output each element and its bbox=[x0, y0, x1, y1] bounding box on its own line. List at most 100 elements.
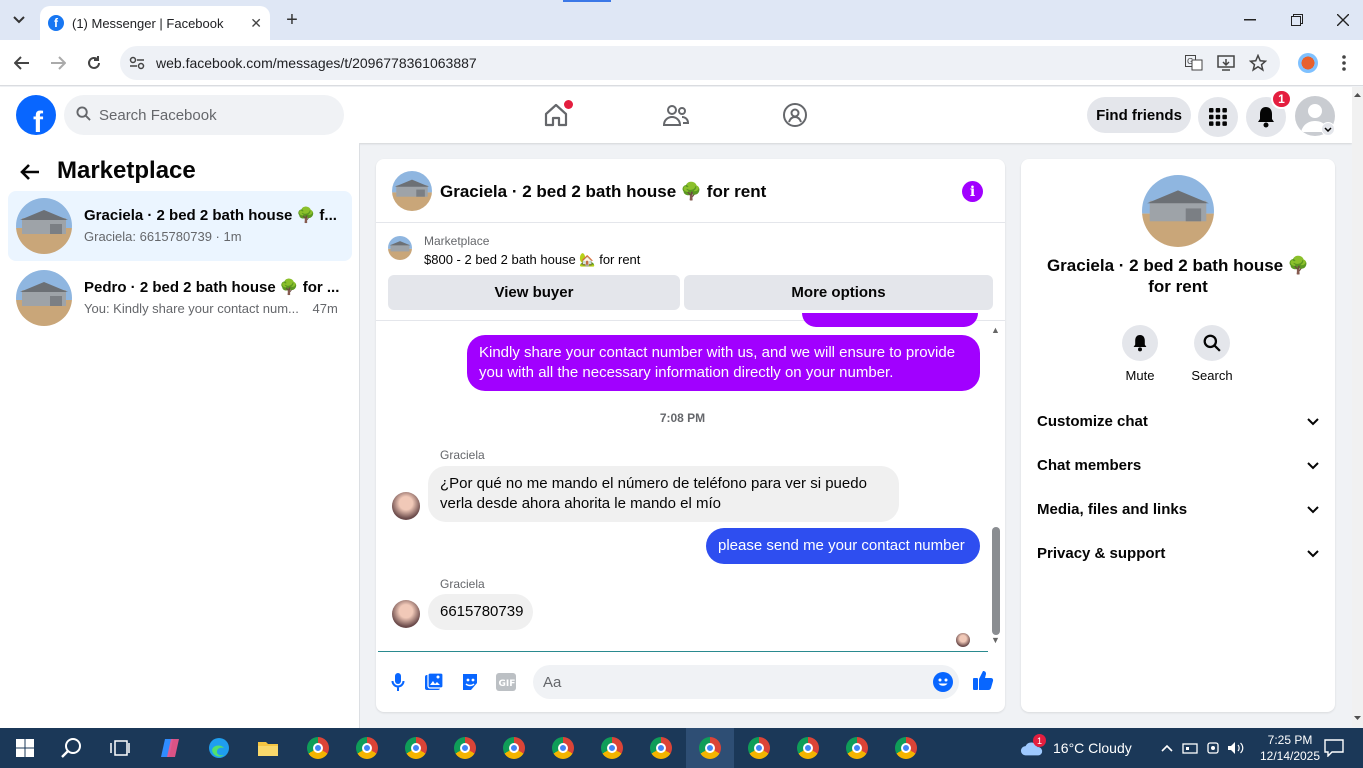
translate-icon[interactable]: G bbox=[1184, 53, 1204, 73]
chat-title[interactable]: Graciela · 2 bed 2 bath house 🌳 for rent bbox=[440, 182, 766, 202]
chrome-profile-9-icon[interactable] bbox=[698, 736, 722, 760]
marketplace-conversation-list: Marketplace Graciela · 2 bed 2 bath hous… bbox=[0, 143, 360, 728]
message-bubble-incoming[interactable]: ¿Por qué no me mando el número de teléfo… bbox=[428, 466, 899, 522]
site-settings-icon[interactable] bbox=[127, 53, 147, 73]
home-notification-dot bbox=[564, 100, 573, 109]
weather-text[interactable]: 16°C Cloudy bbox=[1053, 740, 1132, 756]
conversation-title: Graciela · 2 bed 2 bath house 🌳 f... bbox=[84, 207, 337, 224]
browser-menu-icon[interactable] bbox=[1334, 53, 1354, 73]
forward-arrow-icon[interactable] bbox=[46, 51, 70, 75]
chrome-profile-10-icon[interactable] bbox=[747, 736, 771, 760]
sender-avatar[interactable] bbox=[392, 600, 420, 628]
page-scrollbar[interactable] bbox=[1352, 87, 1363, 727]
tab-search-dropdown-icon[interactable] bbox=[6, 7, 32, 33]
url-text: web.facebook.com/messages/t/209677836106… bbox=[156, 55, 477, 71]
chrome-profile-5-icon[interactable] bbox=[502, 736, 526, 760]
conversation-details-panel: Graciela · 2 bed 2 bath house 🌳 for rent… bbox=[1021, 159, 1335, 712]
restore-icon[interactable] bbox=[1285, 8, 1309, 32]
message-bubble-outgoing[interactable]: please send me your contact number bbox=[706, 528, 980, 564]
facebook-favicon-icon: f bbox=[48, 15, 64, 31]
chevron-down-icon bbox=[1307, 413, 1319, 430]
section-label: Privacy & support bbox=[1037, 544, 1166, 562]
task-view-icon[interactable] bbox=[108, 736, 132, 760]
copilot-icon[interactable] bbox=[158, 736, 182, 760]
chrome-profile-11-icon[interactable] bbox=[796, 736, 820, 760]
scroll-up-arrow-icon[interactable]: ▲ bbox=[991, 325, 1000, 335]
notification-count-badge: 1 bbox=[1271, 89, 1292, 109]
find-friends-button[interactable]: Find friends bbox=[1087, 97, 1191, 133]
message-bubble-incoming[interactable]: 6615780739 bbox=[428, 594, 533, 630]
back-arrow-icon[interactable] bbox=[10, 51, 34, 75]
sticker-icon[interactable] bbox=[459, 671, 481, 693]
chevron-down-icon bbox=[1307, 545, 1319, 562]
account-chevron-down-icon[interactable] bbox=[1321, 122, 1335, 136]
meet-now-icon[interactable] bbox=[1201, 736, 1225, 760]
conversation-info-icon[interactable]: i bbox=[962, 181, 983, 202]
facebook-search-input[interactable]: Search Facebook bbox=[64, 95, 344, 135]
message-input-placeholder: Aa bbox=[543, 673, 562, 691]
sender-avatar[interactable] bbox=[392, 492, 420, 520]
browser-tab-messenger[interactable]: f (1) Messenger | Facebook ✕ bbox=[40, 6, 270, 40]
scrollbar-thumb[interactable] bbox=[992, 527, 1000, 635]
microphone-icon[interactable] bbox=[387, 671, 409, 693]
customize-chat-section[interactable]: Customize chat bbox=[1037, 403, 1319, 439]
notification-center-icon[interactable] bbox=[1322, 736, 1346, 760]
chrome-profile-6-icon[interactable] bbox=[551, 736, 575, 760]
chat-listing-thumbnail[interactable] bbox=[392, 171, 432, 211]
taskbar-clock[interactable]: 7:25 PM 12/14/2025 bbox=[1258, 732, 1322, 764]
listing-house-thumbnail bbox=[16, 270, 72, 326]
privacy-support-section[interactable]: Privacy & support bbox=[1037, 535, 1319, 571]
view-buyer-button[interactable]: View buyer bbox=[388, 275, 680, 310]
chrome-profile-4-icon[interactable] bbox=[453, 736, 477, 760]
network-device-icon[interactable] bbox=[1178, 736, 1202, 760]
file-explorer-icon[interactable] bbox=[256, 736, 280, 760]
browser-profile-avatar[interactable] bbox=[1298, 53, 1318, 73]
scroll-down-arrow-icon[interactable]: ▼ bbox=[991, 635, 1000, 645]
chrome-profile-13-icon[interactable] bbox=[894, 736, 918, 760]
windows-start-icon[interactable] bbox=[13, 736, 37, 760]
conversation-item-pedro[interactable]: Pedro · 2 bed 2 bath house 🌳 for ... You… bbox=[8, 263, 352, 333]
gif-icon[interactable]: GIF bbox=[495, 671, 517, 693]
like-thumbs-up-icon[interactable] bbox=[972, 669, 994, 691]
reload-icon[interactable] bbox=[82, 51, 106, 75]
groups-icon[interactable] bbox=[779, 99, 811, 131]
tab-close-icon[interactable]: ✕ bbox=[250, 15, 262, 32]
message-bubble-outgoing[interactable]: Kindly share your contact number with us… bbox=[467, 335, 980, 391]
facebook-logo-icon[interactable]: f bbox=[16, 95, 56, 135]
show-hidden-icons-chevron-icon[interactable] bbox=[1155, 736, 1179, 760]
chrome-profile-1-icon[interactable] bbox=[306, 736, 330, 760]
url-bar[interactable]: web.facebook.com/messages/t/209677836106… bbox=[120, 46, 1280, 80]
minimize-icon[interactable] bbox=[1238, 8, 1262, 32]
section-label: Media, files and links bbox=[1037, 500, 1188, 518]
bookmark-star-icon[interactable] bbox=[1248, 53, 1268, 73]
message-input[interactable]: Aa bbox=[533, 665, 959, 699]
chrome-profile-7-icon[interactable] bbox=[600, 736, 624, 760]
new-tab-icon[interactable]: + bbox=[280, 8, 304, 32]
chrome-profile-8-icon[interactable] bbox=[649, 736, 673, 760]
install-app-icon[interactable] bbox=[1216, 53, 1236, 73]
media-files-links-section[interactable]: Media, files and links bbox=[1037, 491, 1319, 527]
conversation-item-graciela[interactable]: Graciela · 2 bed 2 bath house 🌳 f... Gra… bbox=[8, 191, 352, 261]
menu-grid-icon[interactable] bbox=[1198, 97, 1238, 137]
emoji-icon[interactable] bbox=[933, 672, 953, 692]
chrome-profile-2-icon[interactable] bbox=[355, 736, 379, 760]
section-label: Customize chat bbox=[1037, 412, 1148, 430]
chrome-profile-3-icon[interactable] bbox=[404, 736, 428, 760]
close-window-icon[interactable] bbox=[1331, 8, 1355, 32]
volume-speaker-icon[interactable] bbox=[1224, 736, 1248, 760]
chat-members-section[interactable]: Chat members bbox=[1037, 447, 1319, 483]
search-in-conversation-button[interactable]: Search bbox=[1182, 325, 1242, 383]
chat-scrollbar[interactable]: ▲ ▼ bbox=[990, 325, 1002, 647]
mute-button[interactable]: Mute bbox=[1110, 325, 1170, 383]
marketplace-label: Marketplace bbox=[424, 234, 490, 248]
photo-gallery-icon[interactable] bbox=[423, 671, 445, 693]
friends-icon[interactable] bbox=[660, 99, 692, 131]
more-options-button[interactable]: More options bbox=[684, 275, 993, 310]
edge-browser-icon[interactable] bbox=[207, 736, 231, 760]
clock-date: 12/14/2025 bbox=[1259, 749, 1321, 763]
chat-header: Graciela · 2 bed 2 bath house 🌳 for rent… bbox=[376, 159, 1005, 223]
back-arrow-icon[interactable] bbox=[20, 161, 40, 187]
listing-profile-photo[interactable] bbox=[1142, 175, 1214, 247]
taskbar-search-icon[interactable] bbox=[60, 736, 84, 760]
chrome-profile-12-icon[interactable] bbox=[845, 736, 869, 760]
